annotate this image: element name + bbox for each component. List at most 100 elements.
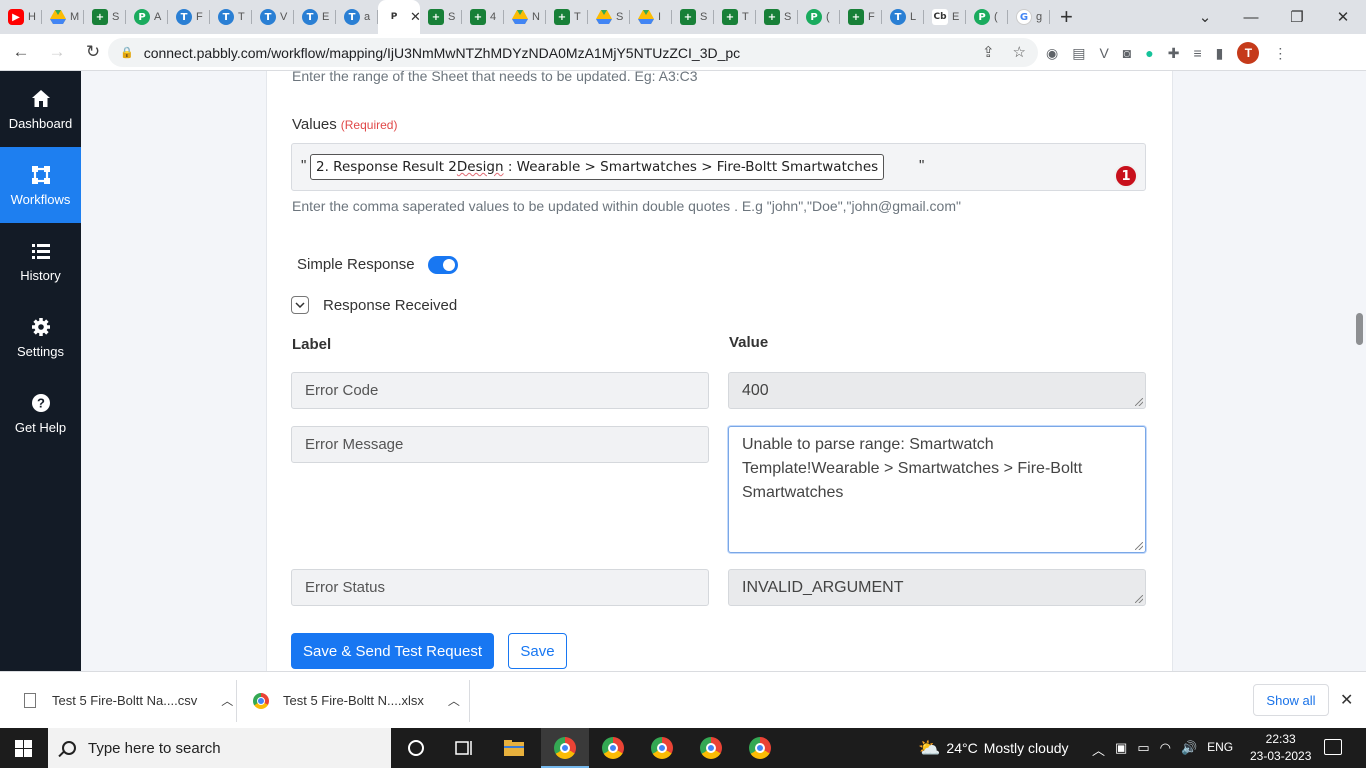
- language-indicator[interactable]: ENG: [1207, 740, 1233, 759]
- scrollbar-thumb[interactable]: [1356, 313, 1363, 345]
- browser-tab[interactable]: PPa✕: [378, 0, 421, 34]
- response-label-field[interactable]: Error Message: [291, 426, 709, 463]
- chrome-icon[interactable]: [748, 736, 772, 760]
- sheets-icon: +: [764, 9, 780, 25]
- browser-tab[interactable]: Ta: [336, 0, 378, 34]
- sidebar-label: Get Help: [14, 419, 67, 435]
- browser-tab[interactable]: TV: [252, 0, 294, 34]
- sidebar-item-settings[interactable]: Settings: [0, 299, 81, 375]
- browser-tab[interactable]: + F: [840, 0, 882, 34]
- response-value-textarea[interactable]: Unable to parse range: Smartwatch Templa…: [728, 426, 1146, 553]
- chevron-up-icon[interactable]: ︿: [448, 692, 460, 709]
- profile-avatar[interactable]: T: [1237, 42, 1260, 64]
- chrome-icon[interactable]: [699, 736, 723, 760]
- bookmark-star-icon[interactable]: ☆: [1013, 43, 1026, 61]
- wifi-icon[interactable]: ◠: [1160, 740, 1171, 759]
- browser-tab[interactable]: ▶ H: [0, 0, 42, 34]
- chevron-up-icon[interactable]: ︿: [221, 692, 233, 709]
- show-all-downloads-button[interactable]: Show all: [1253, 684, 1329, 716]
- notification-center-icon[interactable]: [1324, 739, 1342, 755]
- browser-tab[interactable]: + S: [672, 0, 714, 34]
- taskbar-search-input[interactable]: Type here to search: [48, 728, 391, 768]
- browser-tab[interactable]: TL: [882, 0, 924, 34]
- chrome-icon[interactable]: [650, 736, 674, 760]
- chevron-down-icon[interactable]: [291, 296, 309, 314]
- page-scrollbar[interactable]: [1352, 71, 1366, 671]
- browser-tab[interactable]: + S: [84, 0, 126, 34]
- browser-tab[interactable]: +4: [462, 0, 504, 34]
- minimize-button[interactable]: —: [1228, 9, 1274, 26]
- resize-grip-icon[interactable]: [1135, 542, 1143, 550]
- chrome-icon[interactable]: [553, 736, 577, 760]
- template-icon: T: [302, 9, 318, 25]
- browser-tab[interactable]: M: [42, 0, 84, 34]
- browser-tab[interactable]: TT: [210, 0, 252, 34]
- extension-v-icon[interactable]: V: [1099, 45, 1108, 61]
- browser-tab[interactable]: + T: [714, 0, 756, 34]
- values-label: Values (Required): [292, 116, 397, 133]
- close-window-button[interactable]: ✕: [1320, 8, 1366, 26]
- cortana-icon[interactable]: [404, 736, 428, 760]
- extension-off-icon[interactable]: ◉: [1046, 45, 1058, 62]
- clock[interactable]: 22:33 23-03-2023: [1250, 731, 1311, 765]
- media-queue-icon[interactable]: ≡: [1193, 45, 1201, 61]
- response-label-field[interactable]: Error Status: [291, 569, 709, 606]
- values-input[interactable]: " 2. Response Result 2 Design : Wearable…: [291, 143, 1146, 191]
- sidebar-item-get-help[interactable]: ? Get Help: [0, 375, 81, 451]
- response-value-field[interactable]: INVALID_ARGUMENT: [728, 569, 1146, 606]
- task-view-icon[interactable]: [452, 736, 476, 760]
- battery-icon[interactable]: ▭: [1137, 740, 1149, 759]
- browser-tab[interactable]: TF: [168, 0, 210, 34]
- url-omnibox[interactable]: 🔒 connect.pabbly.com/workflow/mapping/Ij…: [108, 38, 1038, 67]
- browser-tab[interactable]: + T: [546, 0, 588, 34]
- browser-tab[interactable]: Gg: [1008, 0, 1050, 34]
- puzzle-extensions-icon[interactable]: ✚: [1168, 45, 1180, 62]
- sidebar-item-history[interactable]: History: [0, 223, 81, 299]
- download-item[interactable]: Test 5 Fire-Boltt Na....csv ︿: [24, 672, 233, 729]
- chevron-up-icon[interactable]: ︿: [1092, 740, 1105, 759]
- extension-sheet-icon[interactable]: ▤: [1072, 45, 1085, 62]
- simple-response-toggle[interactable]: [428, 256, 458, 274]
- new-tab-button[interactable]: +: [1060, 4, 1073, 30]
- sidebar-item-dashboard[interactable]: Dashboard: [0, 71, 81, 147]
- volume-icon[interactable]: 🔊: [1181, 740, 1197, 759]
- close-icon[interactable]: ✕: [1340, 690, 1353, 710]
- browser-tab[interactable]: + S: [756, 0, 798, 34]
- browser-tab[interactable]: TE: [294, 0, 336, 34]
- response-value-field[interactable]: 400: [728, 372, 1146, 409]
- meet-icon[interactable]: ▣: [1115, 740, 1127, 759]
- notification-badge[interactable]: 1: [1114, 164, 1138, 188]
- browser-tab[interactable]: PA: [126, 0, 168, 34]
- resize-grip-icon[interactable]: [1135, 595, 1143, 603]
- grammarly-icon[interactable]: ●: [1145, 45, 1153, 61]
- save-button[interactable]: Save: [508, 633, 567, 669]
- resize-grip-icon[interactable]: [1135, 398, 1143, 406]
- side-panel-icon[interactable]: ▮: [1216, 45, 1224, 62]
- browser-menu-icon[interactable]: ⋮: [1273, 45, 1287, 62]
- browser-tab[interactable]: N: [504, 0, 546, 34]
- sidebar-item-workflows[interactable]: Workflows: [0, 147, 81, 223]
- browser-tab[interactable]: P(: [966, 0, 1008, 34]
- weather-widget[interactable]: ⛅ 24°C Mostly cloudy: [918, 728, 1069, 768]
- download-item[interactable]: Test 5 Fire-Boltt N....xlsx ︿: [253, 672, 460, 729]
- forward-icon[interactable]: →: [42, 42, 72, 62]
- browser-tab[interactable]: I: [630, 0, 672, 34]
- restore-button[interactable]: ❐: [1274, 8, 1320, 26]
- camera-icon[interactable]: ◙: [1123, 45, 1131, 61]
- chrome-icon[interactable]: [601, 736, 625, 760]
- mapped-variable-chip[interactable]: 2. Response Result 2 Design : Wearable >…: [310, 154, 885, 180]
- sheets-icon: +: [470, 9, 486, 25]
- save-and-send-test-request-button[interactable]: Save & Send Test Request: [291, 633, 494, 669]
- reload-icon[interactable]: ↻: [78, 42, 108, 62]
- windows-start-icon[interactable]: [15, 740, 32, 757]
- response-label-field[interactable]: Error Code: [291, 372, 709, 409]
- tab-search-icon[interactable]: ⌄: [1182, 8, 1228, 26]
- browser-tab[interactable]: + S: [420, 0, 462, 34]
- share-icon[interactable]: ⇪: [982, 43, 995, 61]
- browser-tab[interactable]: S: [588, 0, 630, 34]
- browser-tab[interactable]: Cb E: [924, 0, 966, 34]
- file-explorer-icon[interactable]: [502, 736, 526, 760]
- browser-tab[interactable]: P(: [798, 0, 840, 34]
- back-icon[interactable]: ←: [6, 42, 36, 62]
- cloud-sun-icon: ⛅: [918, 737, 941, 758]
